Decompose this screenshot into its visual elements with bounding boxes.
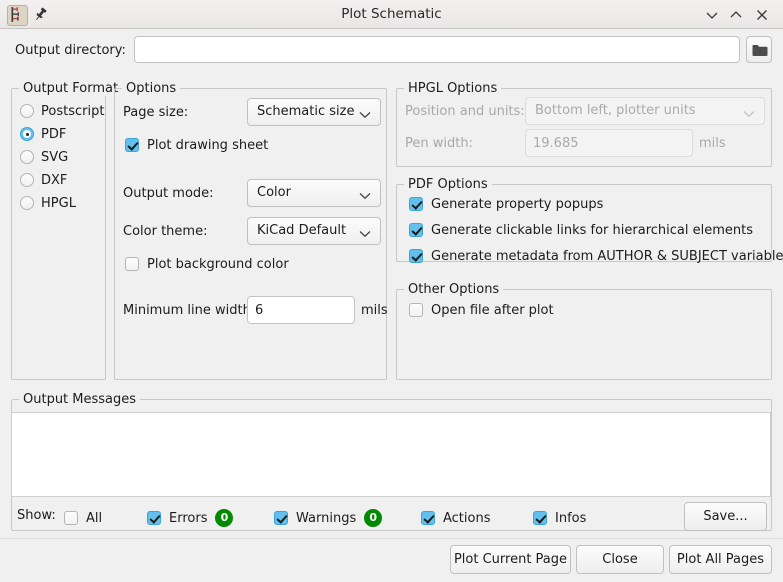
output-mode-value: Color	[257, 180, 291, 206]
folder-icon	[752, 44, 768, 61]
checkbox-indicator	[274, 511, 288, 525]
filter-errors-checkbox[interactable]: Errors 0	[147, 508, 233, 528]
generate-metadata-checkbox[interactable]: Generate metadata from AUTHOR & SUBJECT …	[409, 246, 783, 266]
save-button[interactable]: Save...	[684, 502, 767, 531]
radio-hpgl[interactable]: HPGL	[20, 193, 76, 213]
chevron-down-icon	[359, 227, 371, 242]
pdf-options-group: PDF Options Generate property popups Gen…	[396, 184, 772, 262]
checkbox-indicator	[533, 511, 547, 525]
checkbox-indicator	[125, 138, 139, 152]
radio-svg[interactable]: SVG	[20, 147, 68, 167]
pen-width-label: Pen width:	[405, 134, 473, 154]
radio-postscript[interactable]: Postscript	[20, 101, 104, 121]
checkbox-label: Generate clickable links for hierarchica…	[431, 223, 753, 238]
other-options-group: Other Options Open file after plot	[396, 289, 772, 380]
checkbox-label: Generate property popups	[431, 197, 603, 212]
bottom-button-bar	[0, 538, 783, 582]
radio-label: PDF	[41, 127, 66, 142]
checkbox-indicator	[64, 511, 78, 525]
options-group: Options Page size: Schematic size Plot d…	[114, 88, 387, 380]
checkbox-indicator	[409, 197, 423, 211]
checkbox-label: Open file after plot	[431, 303, 554, 318]
output-mode-label: Output mode:	[123, 184, 214, 204]
position-and-units-dropdown: Bottom left, plotter units	[525, 97, 765, 125]
radio-indicator	[20, 173, 34, 187]
output-mode-dropdown[interactable]: Color	[247, 179, 381, 207]
filter-warnings-checkbox[interactable]: Warnings 0	[274, 508, 382, 528]
filter-actions-checkbox[interactable]: Actions	[421, 508, 491, 528]
chevron-up-icon[interactable]	[727, 6, 745, 24]
page-size-dropdown[interactable]: Schematic size	[247, 98, 381, 126]
min-line-width-unit: mils	[361, 301, 388, 321]
output-directory-input[interactable]	[134, 36, 740, 63]
checkbox-label: Actions	[443, 511, 491, 526]
pen-width-unit: mils	[699, 134, 726, 154]
plot-all-pages-button[interactable]: Plot All Pages	[669, 545, 772, 574]
plot-background-color-checkbox[interactable]: Plot background color	[125, 254, 289, 274]
checkbox-indicator	[409, 249, 423, 263]
plot-drawing-sheet-checkbox[interactable]: Plot drawing sheet	[125, 135, 268, 155]
color-theme-value: KiCad Default	[257, 218, 346, 244]
page-size-value: Schematic size	[257, 99, 354, 125]
checkbox-indicator	[125, 257, 139, 271]
chevron-down-icon[interactable]	[703, 6, 721, 24]
radio-indicator	[20, 150, 34, 164]
other-options-legend: Other Options	[404, 282, 503, 297]
plot-current-page-button[interactable]: Plot Current Page	[450, 545, 571, 574]
pen-width-input	[525, 129, 693, 157]
radio-indicator	[20, 196, 34, 210]
open-file-after-plot-checkbox[interactable]: Open file after plot	[409, 300, 554, 320]
radio-label: HPGL	[41, 196, 76, 211]
position-and-units-label: Position and units:	[405, 102, 525, 122]
close-icon[interactable]	[753, 6, 771, 24]
checkbox-label: Plot drawing sheet	[147, 138, 268, 153]
hpgl-options-legend: HPGL Options	[404, 81, 501, 96]
checkbox-label: Generate metadata from AUTHOR & SUBJECT …	[431, 249, 783, 264]
filter-infos-checkbox[interactable]: Infos	[533, 508, 586, 528]
chevron-down-icon	[359, 108, 371, 123]
checkbox-indicator	[147, 511, 161, 525]
checkbox-label: Infos	[555, 511, 586, 526]
output-directory-label: Output directory:	[15, 43, 126, 58]
checkbox-indicator	[409, 303, 423, 317]
checkbox-label: Warnings	[296, 511, 356, 526]
color-theme-label: Color theme:	[123, 222, 207, 242]
chevron-down-icon	[359, 189, 371, 204]
radio-indicator	[20, 104, 34, 118]
close-button[interactable]: Close	[576, 545, 664, 574]
radio-indicator	[20, 127, 34, 141]
warnings-count-badge: 0	[364, 509, 382, 527]
generate-property-popups-checkbox[interactable]: Generate property popups	[409, 194, 603, 214]
radio-dxf[interactable]: DXF	[20, 170, 67, 190]
radio-pdf[interactable]: PDF	[20, 124, 66, 144]
checkbox-label: Errors	[169, 511, 207, 526]
radio-label: SVG	[41, 150, 68, 165]
chevron-down-icon	[743, 107, 755, 122]
output-messages-textarea[interactable]	[11, 412, 771, 497]
output-format-group: Output Format Postscript PDF SVG DXF HPG…	[11, 88, 106, 380]
show-filters-label: Show:	[17, 508, 56, 523]
options-legend: Options	[122, 81, 180, 96]
errors-count-badge: 0	[215, 509, 233, 527]
checkbox-indicator	[421, 511, 435, 525]
position-and-units-value: Bottom left, plotter units	[535, 98, 696, 124]
hpgl-options-group: HPGL Options Position and units: Bottom …	[396, 88, 772, 167]
min-line-width-input[interactable]	[247, 296, 355, 324]
title-bar: Plot Schematic	[0, 0, 783, 29]
page-size-label: Page size:	[123, 103, 188, 123]
window-title: Plot Schematic	[0, 0, 783, 29]
pdf-options-legend: PDF Options	[404, 177, 492, 192]
generate-clickable-links-checkbox[interactable]: Generate clickable links for hierarchica…	[409, 220, 753, 240]
checkbox-indicator	[409, 223, 423, 237]
output-messages-legend: Output Messages	[19, 392, 140, 407]
filter-all-checkbox[interactable]: All	[64, 508, 102, 528]
min-line-width-label: Minimum line width:	[123, 301, 255, 321]
checkbox-label: Plot background color	[147, 257, 289, 272]
output-format-legend: Output Format	[19, 81, 122, 96]
browse-directory-button[interactable]	[746, 36, 772, 63]
radio-label: DXF	[41, 173, 67, 188]
checkbox-label: All	[86, 511, 102, 526]
radio-label: Postscript	[41, 104, 104, 119]
color-theme-dropdown[interactable]: KiCad Default	[247, 217, 381, 245]
